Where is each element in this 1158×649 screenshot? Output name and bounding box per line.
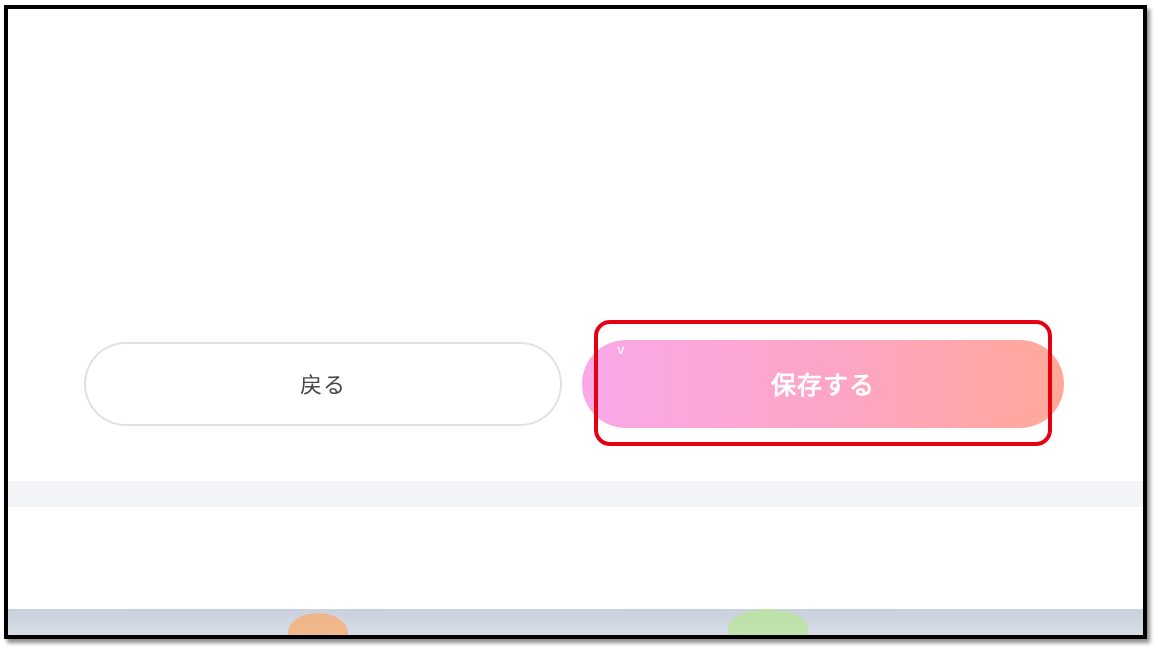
save-button-label: 保存する: [770, 371, 875, 400]
decorative-blob-green: [728, 609, 808, 635]
screenshot-frame: 戻る 保存する v: [4, 5, 1147, 639]
decorative-blob-orange: [288, 613, 348, 635]
back-button[interactable]: 戻る: [84, 342, 562, 426]
section-divider: [8, 481, 1143, 507]
save-button[interactable]: 保存する: [582, 340, 1064, 428]
background-image-strip: [8, 609, 1143, 635]
cursor-mark: v: [617, 343, 625, 358]
back-button-label: 戻る: [299, 374, 346, 399]
page-content: 戻る 保存する v: [8, 9, 1143, 635]
